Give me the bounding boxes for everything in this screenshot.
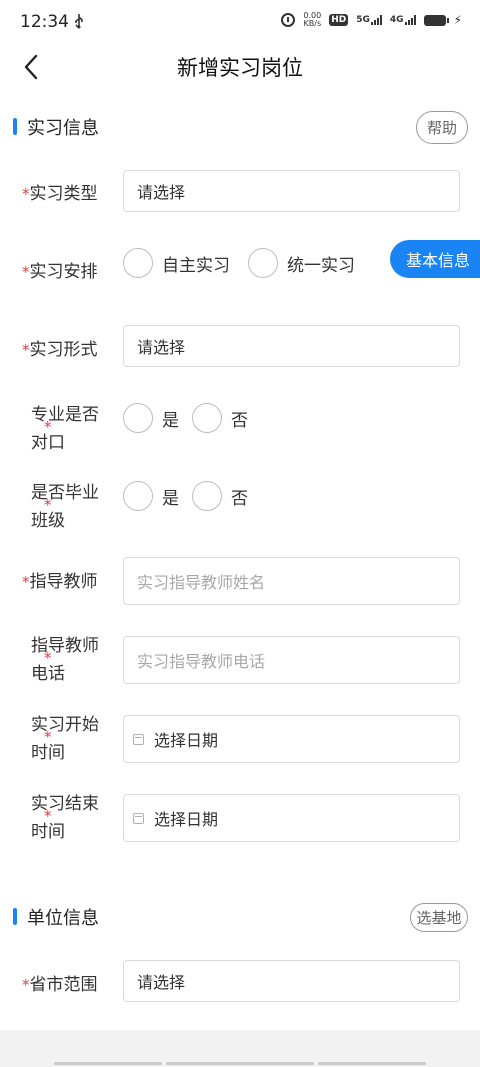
major-match-label-line1: 专业是否 [31,405,99,425]
required-mark: * [22,976,30,994]
nav-indicator-right [318,1062,426,1065]
select-base-button[interactable]: 选基地 [410,903,468,932]
status-time: 12:34 [20,12,69,32]
form-label: *实习形式 [22,336,98,364]
start-date-value: 选择日期 [154,731,219,750]
teacher-phone-label-line1: 指导教师 [31,636,99,656]
start-date-picker[interactable]: 选择日期 [123,715,460,763]
radio-major-match-yes[interactable] [123,403,153,433]
page-title: 新增实习岗位 [177,56,303,80]
required-mark: * [44,728,52,746]
graduating-label: * 是否毕业 班级 [22,479,99,535]
section-title-unit: 单位信息 [27,908,99,929]
arrangement-label-text: 实习安排 [29,262,98,282]
end-time-label: * 实习结束 时间 [22,790,99,846]
type-select[interactable]: 请选择 [123,170,460,212]
radio-unified-internship[interactable] [248,248,278,278]
section-title-internship: 实习信息 [27,118,99,139]
teacher-phone-label-line2: 电话 [31,664,65,684]
form-label-text: 实习形式 [29,340,98,360]
end-date-picker[interactable]: 选择日期 [123,794,460,842]
start-time-label-line1: 实习开始 [31,715,99,735]
required-mark: * [44,649,52,667]
net-speed: 0.00 KB/s [303,12,321,28]
signal-4g-icon: 4G [390,15,416,25]
nav-indicator-center [166,1062,314,1065]
required-mark: * [22,185,30,203]
usb-icon [73,13,85,33]
help-button[interactable]: 帮助 [416,111,468,144]
radio-unified-internship-label[interactable]: 统一实习 [287,251,355,276]
type-select-value: 请选择 [137,183,186,202]
region-label-text: 省市范围 [29,975,98,995]
signal-4g-label: 4G [389,15,404,25]
charging-icon: ⚡ [453,13,462,27]
calendar-icon [133,812,144,824]
end-date-value: 选择日期 [154,810,219,829]
hd-icon: HD [329,14,349,26]
radio-major-match-no[interactable] [192,403,222,433]
required-mark: * [22,573,30,591]
arrangement-label: *实习安排 [22,258,98,286]
teacher-label: *指导教师 [22,568,98,596]
start-time-label-line2: 时间 [31,743,65,763]
teacher-label-text: 指导教师 [29,572,98,592]
end-time-label-line1: 实习结束 [31,794,99,814]
section-marker [13,908,17,925]
radio-graduating-yes-label[interactable]: 是 [162,484,179,509]
status-icons: 0.00 KB/s HD 5G 4G ⚡ [281,12,462,28]
teacher-phone-label: * 指导教师 电话 [22,632,99,688]
radio-self-internship[interactable] [123,248,153,278]
form-select[interactable]: 请选择 [123,325,460,367]
net-speed-unit: KB/s [303,19,322,28]
teacher-name-placeholder: 实习指导教师姓名 [137,573,266,592]
required-mark: * [22,263,30,281]
alarm-icon [281,13,296,27]
start-time-label: * 实习开始 时间 [22,711,99,767]
end-time-label-line2: 时间 [31,822,65,842]
battery-icon [423,14,449,26]
graduating-label-line1: 是否毕业 [31,483,99,503]
teacher-phone-input[interactable]: 实习指导教师电话 [123,636,460,684]
calendar-icon [133,733,144,745]
required-mark: * [22,341,30,359]
required-mark: * [44,496,52,514]
signal-5g-icon: 5G [356,15,382,25]
radio-major-match-no-label[interactable]: 否 [231,406,248,431]
type-label: *实习类型 [22,180,98,208]
region-select[interactable]: 请选择 [123,960,460,1002]
radio-graduating-no[interactable] [192,481,222,511]
nav-indicator-left [54,1062,162,1065]
signal-5g-label: 5G [356,15,370,25]
radio-graduating-no-label[interactable]: 否 [231,484,248,509]
graduating-label-line2: 班级 [31,511,65,531]
required-mark: * [44,807,52,825]
major-match-label-line2: 对口 [31,433,65,453]
radio-major-match-yes-label[interactable]: 是 [162,406,179,431]
teacher-phone-placeholder: 实习指导教师电话 [137,652,266,671]
major-match-label: * 专业是否 对口 [22,401,99,457]
section-marker [13,118,17,135]
region-label: *省市范围 [22,971,98,999]
radio-self-internship-label[interactable]: 自主实习 [162,251,230,276]
required-mark: * [44,418,52,436]
basic-info-tag[interactable]: 基本信息 [390,240,480,278]
radio-graduating-yes[interactable] [123,481,153,511]
type-label-text: 实习类型 [29,184,98,204]
teacher-name-input[interactable]: 实习指导教师姓名 [123,557,460,605]
region-select-value: 请选择 [137,973,186,992]
form-select-value: 请选择 [137,338,186,357]
